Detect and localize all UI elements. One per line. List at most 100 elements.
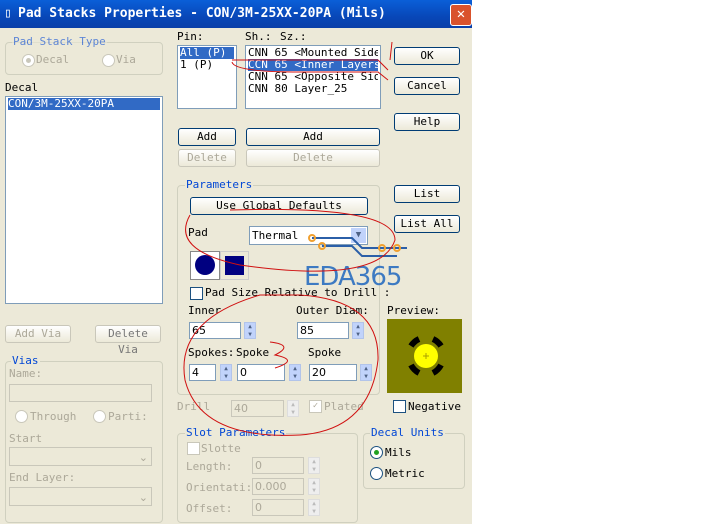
spokes-spinner[interactable]: ▲ ▼ [220, 364, 232, 381]
inner-input[interactable]: 65 [189, 322, 241, 339]
end-layer-label: End Layer: [9, 471, 76, 484]
decal-radio-label: Decal [36, 53, 70, 66]
chevron-down-icon: ⌄ [138, 491, 148, 504]
square-icon [225, 256, 244, 275]
mils-radio[interactable] [370, 446, 383, 459]
decal-label: Decal [5, 81, 39, 94]
title-bar: ▯ Pad Stacks Properties - CON/3M-25XX-20… [0, 0, 472, 28]
outer-diam-spinner[interactable]: ▲ ▼ [352, 322, 364, 339]
list-item[interactable]: CON/3M-25XX-20PA [8, 98, 160, 110]
cancel-button[interactable]: Cancel [394, 77, 460, 95]
pad-label: Pad [188, 226, 208, 239]
ok-button[interactable]: OK [394, 47, 460, 65]
pad-type-value: Thermal [252, 229, 299, 242]
list-item[interactable]: CNN 65 <Opposite Side> [248, 71, 378, 83]
decal-list[interactable]: CON/3M-25XX-20PA [5, 96, 163, 304]
via-radio[interactable] [102, 54, 115, 67]
dialog-window: ▯ Pad Stacks Properties - CON/3M-25XX-20… [0, 0, 472, 524]
inner-label: Inner [188, 304, 222, 317]
partial-label: Parti: [108, 410, 148, 423]
use-global-defaults-button[interactable]: Use Global Defaults [190, 197, 368, 215]
group-label: Slot Parameters [185, 426, 287, 439]
plated-label: Plated [324, 400, 364, 413]
orientation-spinner[interactable]: ▲ ▼ [308, 478, 320, 495]
thermal-preview [387, 319, 462, 393]
delete-pin-button[interactable]: Delete [178, 149, 236, 167]
app-icon: ▯ [4, 6, 12, 21]
drill-spinner[interactable]: ▲ ▼ [287, 400, 299, 417]
plated-checkbox[interactable]: ✓ [309, 400, 322, 413]
pin-list[interactable]: All (P) 1 (P) [177, 45, 237, 109]
mils-label: Mils [385, 446, 412, 459]
offset-spinner[interactable]: ▲ ▼ [308, 499, 320, 516]
list-button[interactable]: List [394, 185, 460, 203]
group-label: Parameters [185, 178, 254, 191]
spoke-width-spinner[interactable]: ▲ ▼ [360, 364, 372, 381]
slotted-checkbox[interactable] [187, 442, 200, 455]
window-title: Pad Stacks Properties - CON/3M-25XX-20PA… [18, 6, 386, 21]
spoke-width-label: Spoke [308, 346, 342, 359]
length-label: Length: [186, 460, 233, 473]
length-spinner[interactable]: ▲ ▼ [308, 457, 320, 474]
eda365-watermark: EDA365 [304, 262, 402, 292]
slotted-label: Slotte [201, 442, 241, 455]
list-item[interactable]: CNN 80 Layer_25 [248, 83, 378, 95]
delete-shape-button[interactable]: Delete [246, 149, 380, 167]
via-radio-label: Via [116, 53, 136, 66]
shape-list[interactable]: CNN 65 <Mounted Side> CCN 65 <Inner Laye… [245, 45, 381, 109]
round-shape-button[interactable] [190, 251, 220, 280]
chevron-down-icon: ⌄ [138, 451, 148, 464]
add-via-button[interactable]: Add Via [5, 325, 71, 343]
offset-input[interactable]: 0 [252, 499, 304, 516]
drill-label: Drill [177, 400, 211, 413]
list-item[interactable]: CNN 65 <Mounted Side> [248, 47, 378, 59]
pin-label: Pin: [177, 30, 204, 43]
through-label: Through [30, 410, 77, 423]
outer-diam-input[interactable]: 85 [297, 322, 349, 339]
spokes-input[interactable]: 4 [189, 364, 216, 381]
metric-label: Metric [385, 467, 425, 480]
partial-radio[interactable] [93, 410, 106, 423]
list-item[interactable]: 1 (P) [180, 59, 234, 71]
outer-diam-label: Outer Diam: [296, 304, 369, 317]
orientation-label: Orientati: [186, 481, 253, 494]
start-label: Start [9, 432, 43, 445]
spokes-label: Spokes: [188, 346, 235, 359]
size-label: Sz.: [280, 30, 307, 43]
inner-spinner[interactable]: ▲ ▼ [244, 322, 256, 339]
offset-label: Offset: [186, 502, 233, 515]
circle-icon [195, 255, 215, 275]
spoke-angle-spinner[interactable]: ▲ ▼ [289, 364, 301, 381]
orientation-input[interactable]: 0.000 [252, 478, 304, 495]
start-layer-dropdown[interactable]: ⌄ [9, 447, 152, 466]
add-shape-button[interactable]: Add [246, 128, 380, 146]
pad-size-relative-checkbox[interactable] [190, 287, 203, 300]
through-radio[interactable] [15, 410, 28, 423]
negative-label: Negative [408, 400, 461, 413]
close-button[interactable]: ✕ [450, 4, 472, 26]
length-input[interactable]: 0 [252, 457, 304, 474]
preview-label: Preview: [387, 304, 440, 317]
circuit-trace-logo [308, 234, 407, 257]
group-label: Pad Stack Type [12, 35, 107, 48]
shape-label: Sh.: [245, 30, 272, 43]
decal-radio[interactable] [22, 54, 35, 67]
decal-units-group [363, 433, 465, 489]
group-label: Decal Units [370, 426, 445, 439]
spoke-angle-label: Spoke [236, 346, 270, 359]
negative-checkbox[interactable] [393, 400, 406, 413]
end-layer-dropdown[interactable]: ⌄ [9, 487, 152, 506]
via-name-label: Name: [9, 367, 43, 380]
via-name-input[interactable] [9, 384, 152, 402]
list-item[interactable]: CCN 65 <Inner Layers> [248, 59, 378, 71]
metric-radio[interactable] [370, 467, 383, 480]
spoke-angle-input[interactable]: 0 [237, 364, 285, 381]
spoke-width-input[interactable]: 20 [309, 364, 357, 381]
square-shape-button[interactable] [220, 251, 249, 280]
delete-via-button[interactable]: Delete Via [95, 325, 161, 356]
group-label: Vias [11, 354, 40, 367]
help-button[interactable]: Help [394, 113, 460, 131]
list-item[interactable]: All (P) [180, 47, 234, 59]
add-pin-button[interactable]: Add [178, 128, 236, 146]
drill-input[interactable]: 40 [231, 400, 284, 417]
